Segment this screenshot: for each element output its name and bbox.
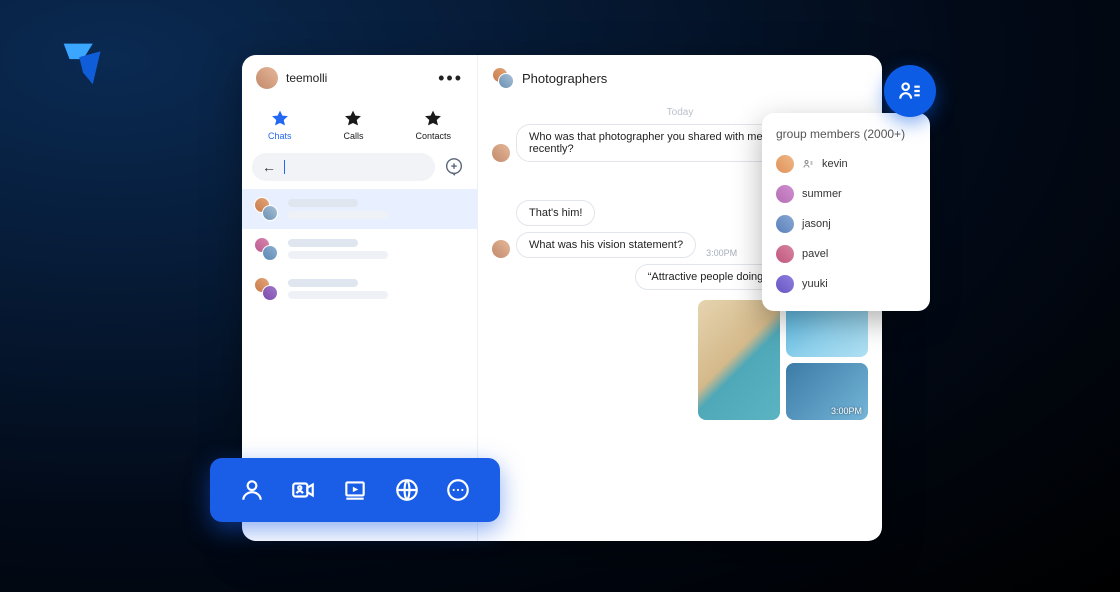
group-members-panel: group members (2000+) kevin summer jason… <box>762 113 930 311</box>
conversation-title: Photographers <box>522 71 607 86</box>
group-member[interactable]: jasonj <box>776 209 916 239</box>
tab-contacts[interactable]: Contacts <box>415 109 451 141</box>
new-chat-button[interactable] <box>441 154 467 180</box>
toolbar-screen-button[interactable] <box>340 475 370 505</box>
conversation-header: Photographers <box>478 55 882 101</box>
group-member[interactable]: yuuki <box>776 269 916 299</box>
chat-item[interactable] <box>242 269 477 309</box>
member-name: jasonj <box>802 218 831 230</box>
globe-icon <box>394 477 420 503</box>
star-icon <box>343 109 363 129</box>
text-cursor <box>284 160 285 174</box>
group-member[interactable]: kevin <box>776 149 916 179</box>
back-icon[interactable]: ← <box>262 159 276 175</box>
tab-label: Calls <box>343 131 363 141</box>
chat-preview <box>288 279 465 299</box>
tab-chats[interactable]: Chats <box>268 109 292 141</box>
member-avatar <box>776 245 794 263</box>
play-screen-icon <box>342 477 368 503</box>
member-name: kevin <box>822 158 848 170</box>
group-member[interactable]: pavel <box>776 239 916 269</box>
group-members-title: group members (2000+) <box>776 127 916 141</box>
message-bubble: That's him! <box>516 200 595 226</box>
member-name: summer <box>802 188 842 200</box>
conversation-avatar <box>492 67 514 89</box>
sidebar-more-button[interactable]: ••• <box>438 68 463 89</box>
tab-label: Contacts <box>415 131 451 141</box>
user-avatar[interactable] <box>256 67 278 89</box>
search-input[interactable]: ← <box>252 153 435 181</box>
video-call-icon <box>290 477 316 503</box>
member-avatar <box>776 185 794 203</box>
chat-avatar <box>254 237 278 261</box>
gallery-image[interactable]: 3:00PM <box>786 363 868 420</box>
sender-avatar <box>492 144 510 162</box>
search-row: ← <box>242 147 477 189</box>
user-icon <box>239 477 265 503</box>
toolbar-video-button[interactable] <box>288 475 318 505</box>
plus-bubble-icon <box>443 156 465 178</box>
sidebar-header: teemolli ••• <box>242 55 477 101</box>
member-avatar <box>776 275 794 293</box>
image-gallery[interactable]: 3:00PM <box>698 300 868 420</box>
toolbar-globe-button[interactable] <box>392 475 422 505</box>
action-toolbar <box>210 458 500 522</box>
member-avatar <box>776 155 794 173</box>
app-logo <box>54 30 116 97</box>
chat-item[interactable] <box>242 229 477 269</box>
toolbar-more-button[interactable] <box>443 475 473 505</box>
gallery-timestamp: 3:00PM <box>831 406 862 416</box>
star-icon <box>270 109 290 129</box>
message-bubble: What was his vision statement? <box>516 232 696 258</box>
chat-avatar <box>254 277 278 301</box>
member-name: yuuki <box>802 278 828 290</box>
gallery-image[interactable] <box>698 300 780 420</box>
person-list-icon <box>897 78 923 104</box>
sidebar-tabs: Chats Calls Contacts <box>242 101 477 147</box>
more-circle-icon <box>445 477 471 503</box>
sender-avatar <box>492 240 510 258</box>
member-avatar <box>776 215 794 233</box>
chat-item[interactable] <box>242 189 477 229</box>
chat-preview <box>288 239 465 259</box>
username-label: teemolli <box>286 71 438 85</box>
tab-label: Chats <box>268 131 292 141</box>
toolbar-user-button[interactable] <box>237 475 267 505</box>
group-info-fab[interactable] <box>884 65 936 117</box>
star-icon <box>423 109 443 129</box>
message-timestamp: 3:00PM <box>706 248 737 258</box>
group-member[interactable]: summer <box>776 179 916 209</box>
tab-calls[interactable]: Calls <box>343 109 363 141</box>
admin-icon <box>802 158 814 170</box>
member-name: pavel <box>802 248 828 260</box>
chat-avatar <box>254 197 278 221</box>
chat-preview <box>288 199 465 219</box>
